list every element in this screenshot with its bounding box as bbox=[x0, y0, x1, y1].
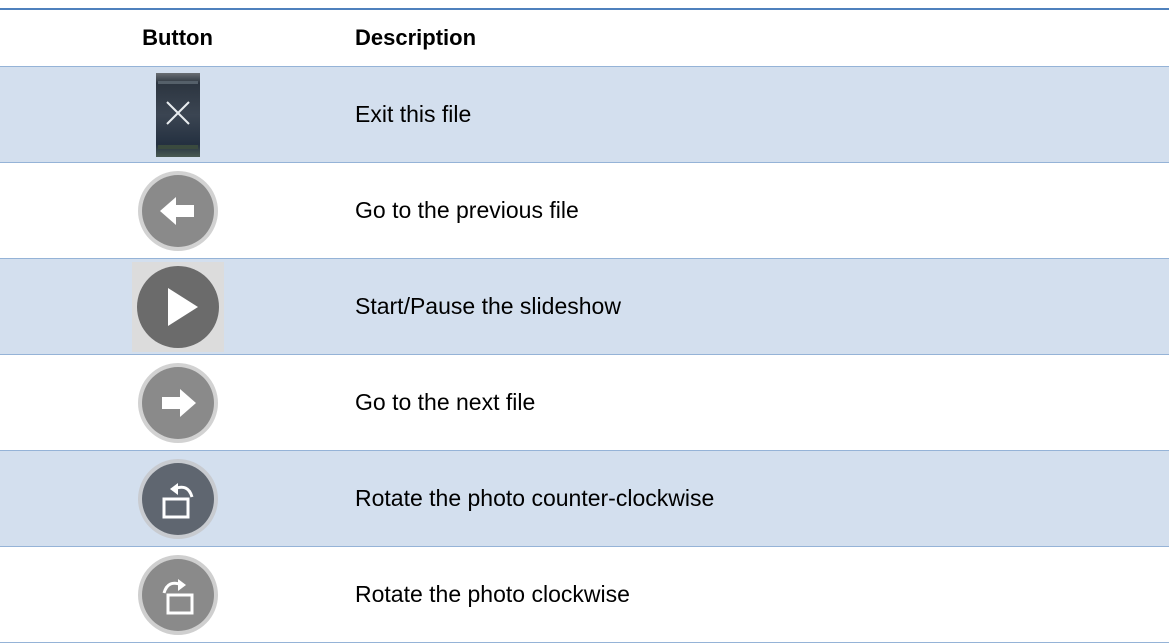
description-cell: Go to the next file bbox=[355, 389, 1169, 416]
description-text: Rotate the photo counter-clockwise bbox=[355, 485, 715, 511]
play-icon[interactable] bbox=[131, 261, 224, 352]
description-text: Rotate the photo clockwise bbox=[355, 581, 630, 607]
button-cell bbox=[0, 457, 355, 541]
button-cell bbox=[0, 553, 355, 637]
header-button-cell: Button bbox=[0, 25, 355, 51]
header-description-label: Description bbox=[355, 25, 477, 50]
description-cell: Rotate the photo clockwise bbox=[355, 581, 1169, 608]
rotate-clockwise-icon[interactable] bbox=[136, 553, 220, 637]
description-text: Go to the next file bbox=[355, 389, 536, 415]
table-row: Go to the next file bbox=[0, 355, 1169, 451]
description-text: Go to the previous file bbox=[355, 197, 579, 223]
button-cell bbox=[0, 169, 355, 253]
table-row: Exit this file bbox=[0, 67, 1169, 163]
description-cell: Go to the previous file bbox=[355, 197, 1169, 224]
rotate-counterclockwise-icon[interactable] bbox=[136, 457, 220, 541]
table-row: Rotate the photo counter-clockwise bbox=[0, 451, 1169, 547]
table-row: Go to the previous file bbox=[0, 163, 1169, 259]
button-description-table: Button Description Exit this file Go to … bbox=[0, 8, 1169, 643]
description-text: Start/Pause the slideshow bbox=[355, 293, 621, 319]
previous-arrow-icon[interactable] bbox=[136, 169, 220, 253]
description-text: Exit this file bbox=[355, 101, 472, 127]
next-arrow-icon[interactable] bbox=[136, 361, 220, 445]
button-cell bbox=[0, 72, 355, 157]
description-cell: Rotate the photo counter-clockwise bbox=[355, 485, 1169, 512]
table-row: Rotate the photo clockwise bbox=[0, 547, 1169, 643]
button-cell bbox=[0, 361, 355, 445]
table-header-row: Button Description bbox=[0, 10, 1169, 67]
description-cell: Exit this file bbox=[355, 101, 1169, 128]
button-cell bbox=[0, 261, 355, 352]
header-description-cell: Description bbox=[355, 25, 1169, 51]
description-cell: Start/Pause the slideshow bbox=[355, 293, 1169, 320]
exit-x-icon[interactable] bbox=[155, 72, 200, 157]
header-button-label: Button bbox=[142, 25, 213, 50]
table-row: Start/Pause the slideshow bbox=[0, 259, 1169, 355]
